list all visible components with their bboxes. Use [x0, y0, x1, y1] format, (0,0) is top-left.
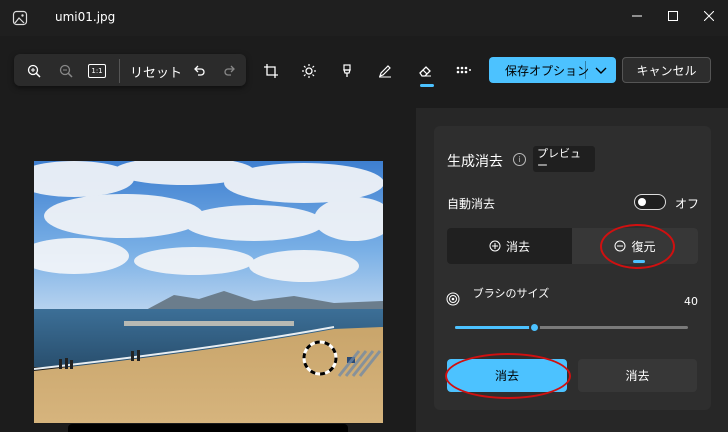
reset-button[interactable]: リセット: [130, 62, 182, 81]
brush-slider-thumb[interactable]: [529, 322, 540, 333]
auto-erase-toggle[interactable]: [634, 194, 666, 210]
erase-secondary-button[interactable]: 消去: [578, 359, 697, 392]
info-icon[interactable]: i: [513, 153, 526, 166]
restore-annotation-circle: [600, 224, 675, 269]
brush-slider-fill: [455, 326, 534, 329]
erase-icon[interactable]: [414, 61, 436, 81]
mode-erase-button[interactable]: 消去: [447, 228, 572, 264]
filter-icon[interactable]: [336, 61, 358, 81]
plus-circle-icon: [489, 240, 501, 252]
save-options-button[interactable]: 保存オプション: [489, 57, 616, 83]
window-title: umi01.jpg: [55, 10, 116, 24]
beach-photo[interactable]: [34, 161, 383, 423]
filmstrip-bar: [68, 424, 348, 432]
maximize-icon[interactable]: [656, 4, 690, 28]
zoom-out-icon[interactable]: [55, 61, 77, 81]
brush-size-icon: [446, 291, 460, 306]
brush-size-value: 40: [684, 295, 698, 308]
save-options-label: 保存オプション: [505, 63, 590, 78]
save-divider: [585, 61, 586, 79]
photos-icon: [12, 10, 28, 26]
background-blur-icon[interactable]: [452, 61, 474, 81]
redo-icon[interactable]: [219, 61, 241, 81]
undo-icon[interactable]: [188, 61, 210, 81]
close-icon[interactable]: [692, 4, 726, 28]
brush-size-label: ブラシのサイズ: [472, 287, 550, 300]
toggle-knob: [638, 198, 646, 206]
zoom-in-icon[interactable]: [23, 61, 45, 81]
crop-icon[interactable]: [260, 61, 282, 81]
active-tool-indicator: [420, 84, 434, 87]
erase-annotation-circle: [445, 353, 571, 399]
chevron-down-icon[interactable]: [595, 65, 607, 79]
adjust-icon[interactable]: [298, 61, 320, 81]
actual-size-icon[interactable]: 1:1: [86, 61, 108, 81]
preview-badge: プレビュー: [533, 146, 595, 172]
toolbar-divider: [119, 59, 120, 83]
markup-icon[interactable]: [374, 61, 396, 81]
actual-size-label: 1:1: [88, 64, 106, 78]
cancel-button[interactable]: キャンセル: [622, 57, 711, 83]
minimize-icon[interactable]: [620, 4, 654, 28]
panel-title: 生成消去: [447, 154, 503, 170]
mode-erase-label: 消去: [505, 239, 530, 254]
auto-erase-state: オフ: [675, 197, 700, 211]
auto-erase-label: 自動消去: [447, 197, 496, 211]
